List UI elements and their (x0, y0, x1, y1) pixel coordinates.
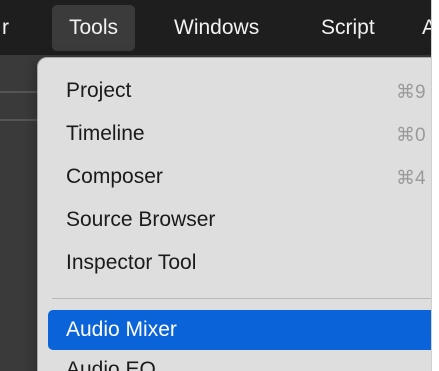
window-row-divider (0, 119, 40, 121)
window-right-edge (431, 0, 439, 371)
menu-item-windows[interactable]: Windows (174, 0, 259, 55)
menu-item-partial-left[interactable]: r (2, 0, 9, 55)
screen: r Tools Windows Script A Project ⌘9 Time… (0, 0, 439, 371)
menu-item-inspector-tool[interactable]: Inspector Tool (66, 251, 196, 275)
menu-item-audio-mixer-label: Audio Mixer (66, 318, 177, 341)
menu-bar: r Tools Windows Script A (0, 0, 439, 55)
menu-item-composer[interactable]: Composer (66, 165, 163, 189)
menu-separator (52, 298, 439, 299)
tools-dropdown-menu: Project ⌘9 Timeline ⌘0 Composer ⌘4 Sourc… (37, 57, 439, 371)
menu-item-timeline[interactable]: Timeline (66, 122, 145, 146)
menu-item-audio-mixer[interactable]: Audio Mixer (48, 310, 439, 350)
shortcut-timeline: ⌘0 (396, 125, 426, 146)
menu-item-source-browser[interactable]: Source Browser (66, 208, 215, 232)
menu-item-tools[interactable]: Tools (52, 5, 136, 51)
window-row-divider (0, 91, 40, 93)
shortcut-project: ⌘9 (396, 82, 426, 103)
menu-item-project[interactable]: Project (66, 79, 131, 103)
menu-item-script[interactable]: Script (321, 0, 375, 55)
shortcut-composer: ⌘4 (396, 168, 426, 189)
menu-item-audio-eq[interactable]: Audio EQ (66, 358, 156, 371)
